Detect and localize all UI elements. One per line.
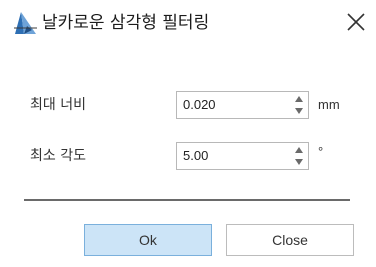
max-width-label: 최대 너비 (30, 97, 86, 113)
dialog-title: 날카로운 삼각형 필터링 (42, 13, 210, 33)
spin-down-icon[interactable] (293, 106, 305, 116)
min-angle-label: 최소 각도 (30, 148, 86, 164)
spin-up-icon[interactable] (293, 94, 305, 104)
spin-up-icon[interactable] (293, 145, 305, 155)
spin-down-icon[interactable] (293, 157, 305, 167)
max-width-unit: mm (318, 97, 340, 112)
max-width-spinbox[interactable]: 0.020 (176, 91, 309, 119)
max-width-value[interactable]: 0.020 (183, 92, 216, 118)
ok-button[interactable]: Ok (84, 224, 212, 256)
close-icon[interactable] (344, 10, 368, 34)
close-button[interactable]: Close (226, 224, 354, 256)
min-angle-spin-buttons (293, 145, 305, 167)
divider (24, 199, 350, 201)
app-logo-icon (14, 12, 37, 34)
max-width-spin-buttons (293, 94, 305, 116)
min-angle-value[interactable]: 5.00 (183, 143, 208, 169)
filter-sharp-triangles-dialog: 날카로운 삼각형 필터링 최대 너비 0.020 mm 최소 각도 5.00 °… (0, 0, 376, 267)
min-angle-unit: ° (318, 144, 324, 159)
min-angle-spinbox[interactable]: 5.00 (176, 142, 309, 170)
